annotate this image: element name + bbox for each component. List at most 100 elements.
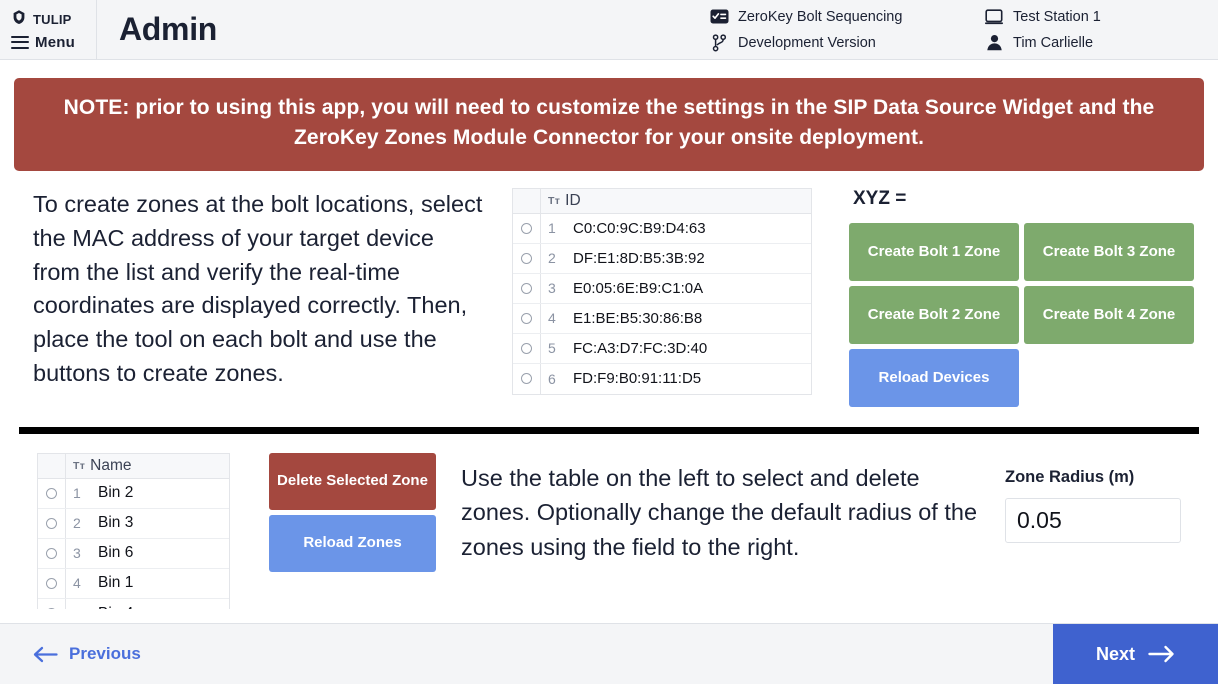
brand-menu-column: TULIP Menu [0, 0, 97, 59]
text-type-icon: Tт [73, 459, 86, 472]
next-label: Next [1095, 643, 1135, 664]
row-select-cell[interactable] [513, 243, 541, 273]
header-user-name: Tim Carlielle [1013, 34, 1094, 51]
zones-table-header: Tт Name [38, 453, 229, 479]
header-user-column: Test Station 1 Tim Carlielle [985, 7, 1200, 52]
bottom-section: Tт Name 1 Bin 2 2 Bin 3 3 Bin 6 4 Bin 1 … [14, 434, 1204, 609]
zones-column-header-name: Name [90, 456, 132, 474]
header-app-column: ZeroKey Bolt Sequencing Development Vers… [710, 7, 985, 52]
zone-radius-input[interactable] [1005, 497, 1181, 543]
row-index: 1 [73, 485, 81, 502]
radio-icon[interactable] [46, 547, 57, 559]
table-row[interactable]: 2 Bin 3 [38, 508, 229, 539]
row-select-cell[interactable] [513, 303, 541, 333]
header-app-name-row: ZeroKey Bolt Sequencing [710, 7, 985, 26]
header-app-name: ZeroKey Bolt Sequencing [738, 8, 903, 25]
reload-devices-button[interactable]: Reload Devices [849, 348, 1019, 407]
hamburger-menu-icon[interactable] [11, 35, 29, 49]
previous-button[interactable]: Previous [0, 644, 141, 664]
header-user-row[interactable]: Tim Carlielle [985, 33, 1200, 52]
app-checklist-icon [710, 7, 729, 26]
table-row[interactable]: 3 E0:05:6E:B9:C1:0A [513, 273, 811, 304]
bolt-button-grid: Create Bolt 1 Zone Create Bolt 3 Zone Cr… [849, 222, 1194, 407]
zone-management-description: Use the table on the left to select and … [461, 464, 978, 560]
row-select-cell[interactable] [513, 273, 541, 303]
devices-table[interactable]: Tт ID 1 C0:C0:9C:B9:D4:63 2 DF:E1:8D:B5:… [512, 187, 812, 395]
row-index: 3 [548, 280, 556, 297]
header-version: Development Version [738, 34, 876, 51]
delete-selected-zone-button[interactable]: Delete Selected Zone [269, 452, 436, 510]
row-index: 2 [548, 250, 556, 267]
person-icon [985, 33, 1004, 52]
create-bolt-1-zone-button[interactable]: Create Bolt 1 Zone [849, 222, 1019, 281]
zones-table-scroll[interactable]: Tт Name 1 Bin 2 2 Bin 3 3 Bin 6 4 Bin 1 [37, 452, 230, 609]
row-select-cell[interactable] [513, 363, 541, 394]
arrow-right-icon [1148, 645, 1175, 663]
create-bolt-3-zone-button[interactable]: Create Bolt 3 Zone [1024, 222, 1194, 281]
radio-icon[interactable] [521, 222, 532, 234]
row-select-cell[interactable] [38, 598, 66, 609]
row-mac-address: FD:F9:B0:91:11:D5 [573, 370, 702, 388]
header-meta: ZeroKey Bolt Sequencing Development Vers… [710, 0, 1218, 59]
row-select-cell[interactable] [513, 333, 541, 363]
section-divider [19, 426, 1199, 434]
row-select-cell[interactable] [38, 508, 66, 538]
xyz-coordinates-label: XYZ = [853, 187, 907, 209]
zones-header-select-cell [38, 453, 66, 478]
bolt-buttons-panel: XYZ = Create Bolt 1 Zone Create Bolt 3 Z… [849, 188, 1194, 407]
row-mac-address: FC:A3:D7:FC:3D:40 [573, 339, 708, 357]
header-station-row: Test Station 1 [985, 7, 1200, 26]
table-row[interactable]: 5 FC:A3:D7:FC:3D:40 [513, 333, 811, 364]
row-index: 3 [73, 545, 81, 562]
table-row[interactable]: 4 Bin 1 [38, 568, 229, 599]
row-zone-name: Bin 2 [98, 484, 134, 502]
row-index: 5 [66, 606, 92, 609]
table-row[interactable]: 1 C0:C0:9C:B9:D4:63 [513, 213, 811, 244]
row-index: 4 [73, 575, 81, 592]
row-select-cell[interactable] [513, 213, 541, 243]
arrow-left-icon [33, 646, 58, 663]
row-mac-address: E0:05:6E:B9:C1:0A [573, 279, 704, 297]
next-button[interactable]: Next [1053, 623, 1218, 684]
row-index: 6 [548, 370, 556, 387]
monitor-icon [985, 7, 1004, 26]
table-row[interactable]: 4 E1:BE:B5:30:86:B8 [513, 303, 811, 334]
table-row[interactable]: 2 DF:E1:8D:B5:3B:92 [513, 243, 811, 274]
radio-icon[interactable] [521, 282, 532, 294]
zones-table[interactable]: Tт Name 1 Bin 2 2 Bin 3 3 Bin 6 4 Bin 1 [37, 452, 230, 609]
reload-zones-button[interactable]: Reload Zones [269, 514, 436, 572]
create-bolt-4-zone-button[interactable]: Create Bolt 4 Zone [1024, 285, 1194, 344]
row-zone-name: Bin 6 [98, 544, 134, 562]
radio-icon[interactable] [46, 608, 57, 609]
brand-label: TULIP [33, 11, 72, 27]
admin-app-window: TULIP Menu Admin ZeroKey Bolt Sequencing… [0, 0, 1218, 684]
row-select-cell[interactable] [38, 568, 66, 598]
row-index: 2 [73, 515, 81, 532]
table-row[interactable]: 6 FD:F9:B0:91:11:D5 [513, 363, 811, 394]
row-index: 4 [548, 310, 556, 327]
row-select-cell[interactable] [38, 538, 66, 568]
table-row[interactable]: 1 Bin 2 [38, 478, 229, 509]
radio-icon[interactable] [521, 312, 532, 324]
menu-label: Menu [35, 33, 75, 51]
top-section: To create zones at the bolt locations, s… [14, 171, 1204, 407]
radio-icon[interactable] [521, 373, 532, 385]
row-mac-address: E1:BE:B5:30:86:B8 [573, 309, 703, 327]
main-content: To create zones at the bolt locations, s… [0, 171, 1218, 623]
menu-button[interactable]: Menu [11, 34, 96, 51]
radio-icon[interactable] [46, 577, 57, 589]
radio-icon[interactable] [46, 487, 57, 499]
row-mac-address: DF:E1:8D:B5:3B:92 [573, 249, 705, 267]
radio-icon[interactable] [521, 252, 532, 264]
devices-table-header: Tт ID [513, 188, 811, 214]
row-zone-name: Bin 1 [98, 574, 134, 592]
create-bolt-2-zone-button[interactable]: Create Bolt 2 Zone [849, 285, 1019, 344]
note-banner: NOTE: prior to using this app, you will … [14, 78, 1204, 171]
row-mac-address: C0:C0:9C:B9:D4:63 [573, 219, 706, 237]
radio-icon[interactable] [46, 517, 57, 529]
table-row[interactable]: 5 Bin 4 [38, 598, 229, 609]
devices-header-select-cell [513, 188, 541, 213]
radio-icon[interactable] [521, 342, 532, 354]
table-row[interactable]: 3 Bin 6 [38, 538, 229, 569]
row-select-cell[interactable] [38, 478, 66, 508]
